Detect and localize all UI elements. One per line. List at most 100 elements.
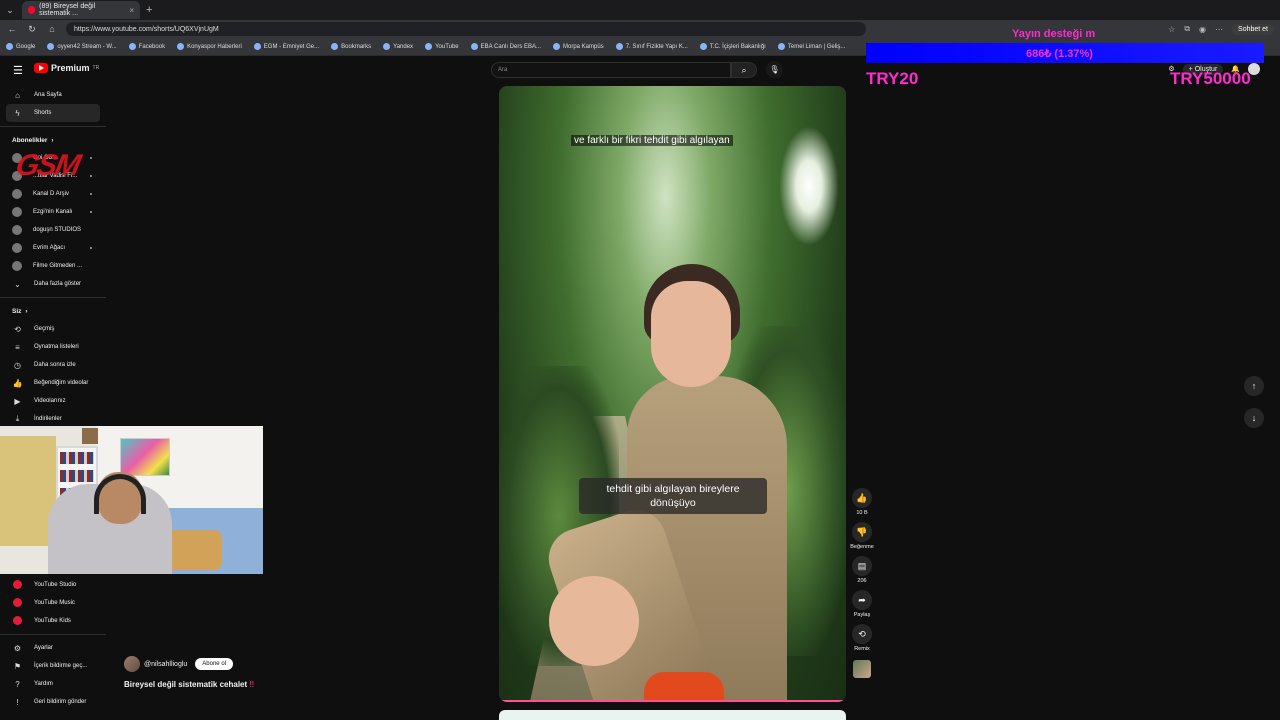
subscribe-button[interactable]: Abone ol: [195, 658, 233, 670]
channel-name[interactable]: @nilsahllioglu: [144, 661, 187, 668]
sidebar-item-more-from[interactable]: YouTube Studio: [0, 576, 106, 594]
browser-tab[interactable]: (89) Bireysel değil sistematik ... ×: [22, 1, 140, 19]
caption-main: tehdit gibi algılayan bireylere dönüşüyo: [579, 478, 767, 514]
youtube-studio-icon: [12, 579, 23, 591]
video-title[interactable]: Bireysel değil sistematik cehalet ‼: [124, 680, 254, 689]
video-title-text: Bireysel değil sistematik cehalet: [124, 680, 248, 689]
thumbs-up-icon[interactable]: 👍: [852, 488, 872, 508]
sidebar-item-more-from[interactable]: YouTube Music: [0, 594, 106, 612]
bookmark-item[interactable]: EGM - Emniyet Ge...: [253, 43, 319, 50]
chat-button[interactable]: Sohbet et: [1232, 23, 1274, 35]
thumbs-down-icon[interactable]: 👎: [851, 522, 872, 542]
youtube-premium-logo[interactable]: Premium TR: [34, 63, 99, 73]
hamburger-menu-icon[interactable]: ☰: [13, 64, 23, 77]
sidebar-item-shorts[interactable]: ϟ Shorts: [6, 104, 100, 122]
comment-count: 206: [857, 578, 867, 584]
extensions-icon[interactable]: ⧉: [1184, 24, 1190, 34]
channel-avatar: [12, 243, 22, 253]
sidebar-item-home[interactable]: ⌂ Ana Sayfa: [0, 86, 106, 104]
bookmark-item[interactable]: Facebook: [128, 43, 166, 50]
share-icon[interactable]: ➦: [852, 590, 872, 610]
reload-icon[interactable]: ↻: [26, 24, 38, 35]
sidebar-item-settings[interactable]: ⚙ Ayarlar: [0, 639, 106, 657]
next-short-preview[interactable]: [499, 710, 846, 720]
previous-short-arrow-up-icon[interactable]: ↑: [1244, 376, 1264, 396]
bookmark-item[interactable]: EBA Canlı Ders EBA...: [470, 43, 541, 50]
youtube-kids-icon: [12, 615, 23, 627]
sidebar-item-label: Kanal D Arşiv: [33, 191, 70, 197]
sidebar-item-you[interactable]: ≡ Oynatma listeleri: [0, 338, 106, 356]
sidebar-item-you[interactable]: 👍 Beğendiğim videolar: [0, 374, 106, 392]
sidebar-item-you[interactable]: ◷ Daha sonra izle: [0, 356, 106, 374]
search-icon[interactable]: ⌕: [731, 62, 757, 78]
bookmark-item[interactable]: Morpa Kampüs: [553, 43, 604, 50]
shorts-video-player[interactable]: ve farklı bir fikri tehdit gibi algılaya…: [499, 86, 846, 702]
search-input[interactable]: Ara: [491, 62, 731, 78]
sidebar-divider: [0, 634, 106, 635]
sidebar-item-more-from[interactable]: YouTube Kids: [0, 612, 106, 630]
sidebar-item-subscription[interactable]: Filme Gitmeden ...: [0, 257, 106, 275]
bookmark-favicon-icon: [253, 43, 261, 50]
back-icon[interactable]: ←: [6, 24, 18, 34]
video-title-emoji: ‼: [249, 680, 255, 689]
watch-later-icon: ◷: [14, 360, 21, 370]
dislike-label: Beğenme: [850, 544, 874, 550]
bookmark-star-icon[interactable]: ☆: [1168, 25, 1175, 34]
sidebar-item-you[interactable]: ▶ Videolarınız: [0, 392, 106, 410]
bookmark-item[interactable]: Konyaspor Haberleri: [177, 43, 242, 50]
tab-search-icon[interactable]: ⌄: [4, 5, 16, 16]
bookmark-item[interactable]: oyyen42 Stream - W...: [47, 43, 117, 50]
sidebar-item-label: Daha sonra izle: [34, 362, 76, 368]
show-more-button[interactable]: ⌄ Daha fazla göster: [0, 275, 106, 293]
bookmark-favicon-icon: [615, 43, 623, 50]
bookmark-favicon-icon: [331, 43, 339, 50]
goal-min-label: TRY20: [866, 69, 919, 88]
url-bar[interactable]: https://www.youtube.com/shorts/UQ6XVjnUg…: [66, 22, 866, 36]
remix-action: ⟲ Remix: [852, 624, 872, 652]
bookmark-item[interactable]: Temel Liman | Geliş...: [777, 43, 845, 50]
more-menu-icon[interactable]: ⋯: [1215, 25, 1223, 34]
home-browser-icon[interactable]: ⌂: [46, 24, 58, 34]
profile-icon[interactable]: ◉: [1199, 25, 1206, 34]
sidebar-item-label: Oynatma listeleri: [34, 344, 79, 350]
comment-icon[interactable]: ▤: [852, 556, 872, 576]
bookmark-favicon-icon: [425, 43, 433, 50]
remix-icon[interactable]: ⟲: [852, 624, 872, 644]
logo-country: TR: [92, 65, 100, 71]
bookmark-favicon-icon: [553, 43, 560, 50]
sidebar-item-settings[interactable]: ! Geri bildirim gönder: [0, 693, 106, 711]
sidebar-item-settings[interactable]: ? Yardım: [0, 675, 106, 693]
bookmark-item[interactable]: Yandex: [383, 43, 413, 50]
sidebar-item-you[interactable]: ⟲ Geçmiş: [0, 320, 106, 338]
bookmark-label: Facebook: [138, 43, 166, 50]
sidebar-item-label: Geri bildirim gönder: [34, 699, 87, 705]
video-progress-bar[interactable]: [499, 700, 846, 702]
chevron-down-icon: ⌄: [14, 279, 21, 289]
new-tab-icon[interactable]: +: [146, 4, 152, 16]
you-heading[interactable]: Siz ›: [0, 302, 106, 320]
tab-strip: ⌄ (89) Bireysel değil sistematik ... × +: [0, 0, 1280, 20]
sound-thumbnail[interactable]: [853, 660, 871, 678]
bookmark-favicon-icon: [128, 43, 136, 50]
sidebar-item-settings[interactable]: ⚑ İçerik bildirme geç...: [0, 657, 106, 675]
close-tab-icon[interactable]: ×: [129, 6, 134, 15]
next-short-arrow-down-icon[interactable]: ↓: [1244, 408, 1264, 428]
sidebar-item-subscription[interactable]: Evrim Ağacı: [0, 239, 106, 257]
bookmark-item[interactable]: Google: [6, 43, 35, 50]
sidebar-item-subscription[interactable]: Ezgi'nin Kanalı: [0, 203, 106, 221]
bookmark-item[interactable]: Bookmarks: [331, 43, 371, 50]
sidebar-item-subscription[interactable]: doguşn STUDIOS: [0, 221, 106, 239]
bookmark-favicon-icon: [383, 43, 391, 50]
caption-top: ve farklı bir fikri tehdit gibi algılaya…: [571, 134, 795, 148]
bookmark-item[interactable]: T.C. İçişleri Bakanlığı: [699, 43, 766, 50]
sidebar-item-label: Ana Sayfa: [34, 92, 62, 98]
microphone-icon[interactable]: 🎙: [766, 61, 783, 78]
bookmark-label: EBA Canlı Ders EBA...: [480, 43, 541, 50]
sidebar-bottom: YouTube Studio YouTube Music YouTube Kids …: [0, 576, 106, 711]
feedback-icon: !: [16, 697, 19, 707]
shorts-icon: ϟ: [15, 108, 20, 118]
bookmark-item[interactable]: 7. Sınıf Fizikte Yapı K...: [615, 43, 688, 50]
channel-avatar[interactable]: [124, 656, 140, 672]
bookmark-item[interactable]: YouTube: [425, 43, 459, 50]
liked-videos-icon: 👍: [12, 378, 23, 388]
